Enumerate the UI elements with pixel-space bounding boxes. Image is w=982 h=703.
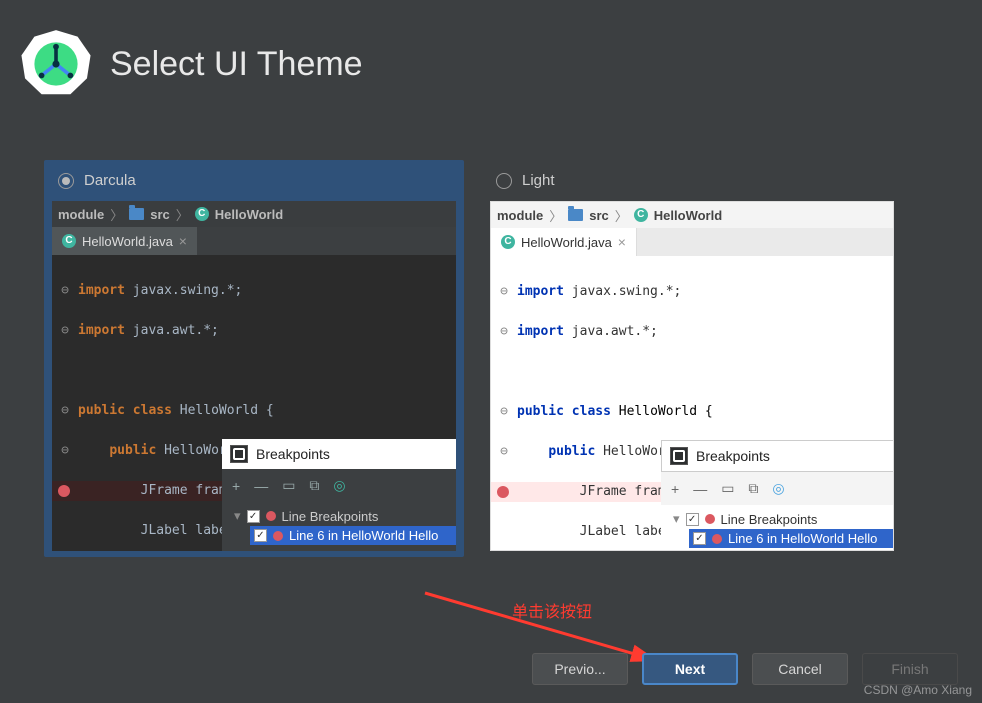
group-icon[interactable]: ⧉ [748,480,758,497]
darcula-preview: module〉 src〉 C HelloWorld C HelloWorld.j… [52,201,456,551]
chevron-down-icon[interactable]: ▾ [673,511,680,527]
breakpoint-dot-icon [712,534,722,544]
target-icon[interactable]: ◎ [772,480,784,497]
folder-outline-icon[interactable]: ▭ [282,477,295,494]
checkbox-icon[interactable]: ✓ [254,529,267,542]
radio-selected-icon [58,173,74,189]
chevron-down-icon[interactable]: ▾ [234,508,241,524]
breakpoint-dot-icon [266,511,276,521]
folder-icon [568,209,583,221]
folder-outline-icon[interactable]: ▭ [721,480,734,497]
finish-button: Finish [862,653,958,685]
breakpoint-icon[interactable] [58,485,70,497]
group-icon[interactable]: ⧉ [309,477,319,494]
class-icon: C [195,207,209,221]
breakpoint-dot-icon [705,514,715,524]
breakpoints-panel: Breakpoints + — ▭ ⧉ ◎ ▾✓Line Breakpoints… [222,439,456,551]
theme-option-light[interactable]: Light module〉 src〉 C HelloWorld C HelloW… [490,160,910,557]
editor-tab[interactable]: C HelloWorld.java × [52,227,197,255]
breakpoints-panel: Breakpoints + — ▭ ⧉ ◎ ▾✓Line Breakpoints… [661,440,894,551]
target-icon[interactable]: ◎ [333,477,345,494]
checkbox-icon[interactable]: ✓ [686,513,699,526]
editor-tab[interactable]: C HelloWorld.java × [491,228,637,256]
page-title: Select UI Theme [110,45,363,84]
add-icon[interactable]: + [232,478,240,494]
theme-label: Darcula [84,172,136,189]
folder-icon [129,208,144,220]
add-icon[interactable]: + [671,481,679,497]
app-logo [20,28,92,100]
close-icon[interactable]: × [179,233,187,249]
theme-option-darcula[interactable]: Darcula module〉 src〉 C HelloWorld C Hell… [44,160,464,557]
radio-unselected-icon [496,173,512,189]
theme-label: Light [522,172,555,189]
cancel-button[interactable]: Cancel [752,653,848,685]
light-preview: module〉 src〉 C HelloWorld C HelloWorld.j… [490,201,894,551]
watermark: CSDN @Amo Xiang [864,683,972,697]
intellij-icon [670,447,688,465]
class-icon: C [634,208,648,222]
class-icon: C [501,235,515,249]
breakpoint-icon[interactable] [497,486,509,498]
checkbox-icon[interactable]: ✓ [247,510,260,523]
remove-icon[interactable]: — [693,481,707,497]
next-button[interactable]: Next [642,653,738,685]
breadcrumb: module〉 src〉 C HelloWorld [52,201,456,227]
annotation-text: 单击该按钮 [512,598,592,622]
previous-button[interactable]: Previo... [532,653,628,685]
remove-icon[interactable]: — [254,478,268,494]
breakpoint-dot-icon [273,531,283,541]
close-icon[interactable]: × [618,234,626,250]
breadcrumb: module〉 src〉 C HelloWorld [491,202,893,228]
checkbox-icon[interactable]: ✓ [693,532,706,545]
class-icon: C [62,234,76,248]
intellij-icon [230,445,248,463]
